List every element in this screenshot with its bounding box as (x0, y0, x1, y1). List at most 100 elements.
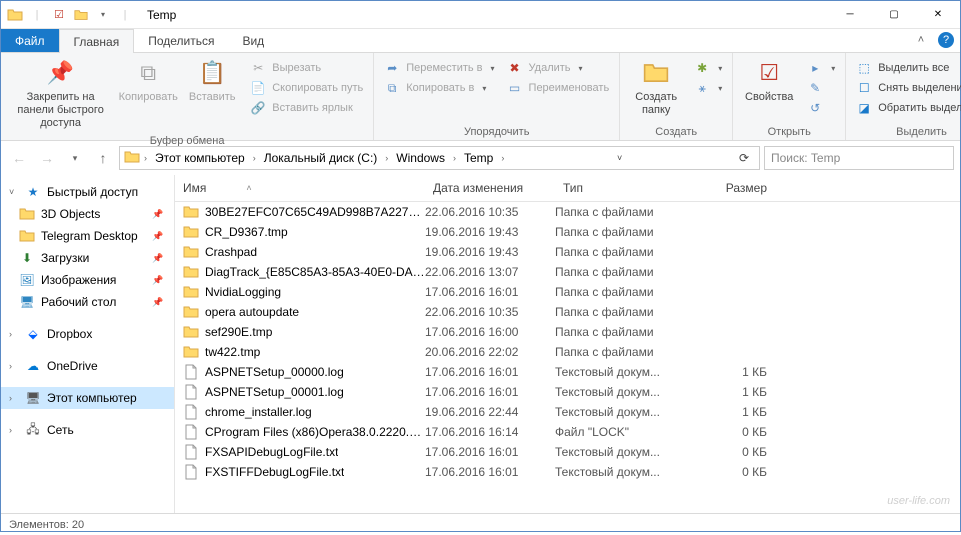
chevron-icon[interactable]: › (251, 153, 258, 163)
copy-to-button[interactable]: ⧉Копировать в▾ (380, 79, 498, 97)
table-row[interactable]: CR_D9367.tmp19.06.2016 19:43Папка с файл… (175, 222, 960, 242)
table-row[interactable]: FXSTIFFDebugLogFile.txt17.06.2016 16:01Т… (175, 462, 960, 482)
file-name: opera autoupdate (205, 305, 299, 319)
table-row[interactable]: 30BE27EFC07C65C49AD998B7A227412F-S...22.… (175, 202, 960, 222)
copy-path-button[interactable]: 📄Скопировать путь (246, 79, 367, 97)
invert-selection-button[interactable]: ◪Обратить выделение (852, 99, 961, 117)
addr-dropdown-icon[interactable]: ˅ (611, 153, 628, 163)
history-button[interactable]: ↺ (803, 99, 839, 117)
table-row[interactable]: chrome_installer.log19.06.2016 22:44Текс… (175, 402, 960, 422)
move-to-button[interactable]: ➦Переместить в▾ (380, 59, 498, 77)
select-none-button[interactable]: ☐Снять выделение (852, 79, 961, 97)
sidebar-item[interactable]: 🖥Рабочий стол📌 (1, 291, 174, 313)
breadcrumb-disk[interactable]: Локальный диск (C:) (260, 151, 382, 165)
easy-access-button[interactable]: ⚹▾ (690, 79, 726, 97)
chevron-icon[interactable]: › (451, 153, 458, 163)
chevron-right-icon[interactable]: › (9, 393, 19, 403)
pin-to-quick-access-button[interactable]: 📌 Закрепить на панели быстрого доступа (7, 55, 114, 133)
newitem-icon: ✱ (694, 60, 710, 76)
folder-icon (183, 264, 199, 280)
sidebar-item[interactable]: 3D Objects📌 (1, 203, 174, 225)
sidebar-dropbox[interactable]: ›⬙Dropbox (1, 323, 174, 345)
column-name[interactable]: Имя˄ (175, 175, 425, 201)
chevron-down-icon[interactable]: ˅ (9, 187, 19, 197)
sidebar-this-pc[interactable]: ›🖥Этот компьютер (1, 387, 174, 409)
sidebar-item[interactable]: ⬇Загрузки📌 (1, 247, 174, 269)
dropbox-icon: ⬙ (25, 326, 41, 342)
new-folder-button[interactable]: Создать папку (626, 55, 686, 119)
tab-file[interactable]: Файл (1, 29, 59, 52)
file-size: 0 КБ (695, 425, 775, 439)
maximize-button[interactable]: ▢ (872, 1, 916, 29)
breadcrumb-windows[interactable]: Windows (392, 151, 449, 165)
back-button[interactable]: ← (7, 146, 31, 170)
folder-small-icon[interactable] (71, 5, 91, 25)
pin-icon: 📌 (150, 250, 166, 266)
status-count: Элементов: 20 (9, 519, 84, 531)
edit-button[interactable]: ✎ (803, 79, 839, 97)
delete-button[interactable]: ✖Удалить▾ (503, 59, 614, 77)
selectnone-icon: ☐ (856, 80, 872, 96)
table-row[interactable]: tw422.tmp20.06.2016 22:02Папка с файлами (175, 342, 960, 362)
ribbon-collapse-icon[interactable]: ˄ (912, 31, 930, 49)
column-size[interactable]: Размер (695, 175, 775, 201)
forward-button[interactable]: → (35, 146, 59, 170)
file-type: Папка с файлами (555, 205, 695, 219)
table-row[interactable]: ASPNETSetup_00001.log17.06.2016 16:01Тек… (175, 382, 960, 402)
main-area: ˅★Быстрый доступ 3D Objects📌 Telegram De… (1, 175, 960, 513)
chevron-right-icon[interactable]: › (9, 425, 19, 435)
column-date[interactable]: Дата изменения (425, 175, 555, 201)
breadcrumb-temp[interactable]: Temp (460, 151, 497, 165)
chevron-right-icon[interactable]: › (9, 361, 19, 371)
chevron-icon[interactable]: › (499, 153, 506, 163)
sidebar-quick-access[interactable]: ˅★Быстрый доступ (1, 181, 174, 203)
table-row[interactable]: CProgram Files (x86)Opera38.0.2220.31op.… (175, 422, 960, 442)
table-row[interactable]: ASPNETSetup_00000.log17.06.2016 16:01Тек… (175, 362, 960, 382)
sidebar-item[interactable]: Telegram Desktop📌 (1, 225, 174, 247)
help-icon[interactable]: ? (938, 32, 954, 48)
ribbon-group-select: ⬚Выделить все ☐Снять выделение ◪Обратить… (846, 53, 961, 140)
tab-view[interactable]: Вид (228, 29, 278, 52)
refresh-icon[interactable]: ⟳ (733, 151, 755, 165)
table-row[interactable]: Crashpad19.06.2016 19:43Папка с файлами (175, 242, 960, 262)
new-item-button[interactable]: ✱▾ (690, 59, 726, 77)
close-button[interactable]: ✕ (916, 1, 960, 29)
chevron-right-icon[interactable]: › (9, 329, 19, 339)
paste-shortcut-button[interactable]: 🔗Вставить ярлык (246, 99, 367, 117)
chevron-icon[interactable]: › (142, 153, 149, 163)
tab-home[interactable]: Главная (59, 29, 135, 53)
properties-button[interactable]: ☑ Свойства (739, 55, 799, 106)
table-row[interactable]: NvidiaLogging17.06.2016 16:01Папка с фай… (175, 282, 960, 302)
table-row[interactable]: sef290E.tmp17.06.2016 16:00Папка с файла… (175, 322, 960, 342)
search-input[interactable]: Поиск: Temp (764, 146, 954, 170)
breadcrumb-pc[interactable]: Этот компьютер (151, 151, 249, 165)
open-button[interactable]: ▸▾ (803, 59, 839, 77)
pin-icon: 📌 (150, 294, 166, 310)
paste-button[interactable]: 📋 Вставить (182, 55, 242, 106)
downloads-icon: ⬇ (19, 250, 35, 266)
minimize-button[interactable]: ─ (828, 1, 872, 29)
folder-icon (5, 5, 25, 25)
tab-share[interactable]: Поделиться (134, 29, 228, 52)
copy-button[interactable]: ⧉ Копировать (118, 55, 178, 106)
table-row[interactable]: opera autoupdate22.06.2016 10:35Папка с … (175, 302, 960, 322)
chevron-icon[interactable]: › (383, 153, 390, 163)
file-name: FXSAPIDebugLogFile.txt (205, 445, 338, 459)
sidebar-item[interactable]: 🖼Изображения📌 (1, 269, 174, 291)
recent-dropdown-icon[interactable]: ▾ (63, 146, 87, 170)
sidebar-onedrive[interactable]: ›☁OneDrive (1, 355, 174, 377)
select-all-button[interactable]: ⬚Выделить все (852, 59, 961, 77)
sidebar-network[interactable]: ›🖧Сеть (1, 419, 174, 441)
folder-icon (183, 244, 199, 260)
table-row[interactable]: FXSAPIDebugLogFile.txt17.06.2016 16:01Те… (175, 442, 960, 462)
address-bar[interactable]: › Этот компьютер › Локальный диск (C:) ›… (119, 146, 760, 170)
qat-dropdown-icon[interactable]: ▾ (93, 5, 113, 25)
up-button[interactable]: ↑ (91, 146, 115, 170)
cut-button[interactable]: ✂Вырезать (246, 59, 367, 77)
column-type[interactable]: Тип (555, 175, 695, 201)
history-icon: ↺ (807, 100, 823, 116)
rename-button[interactable]: ▭Переименовать (503, 79, 614, 97)
star-icon: ★ (25, 184, 41, 200)
table-row[interactable]: DiagTrack_{E85C85A3-85A3-40E0-DA14-...22… (175, 262, 960, 282)
checkbox-icon[interactable]: ☑ (49, 5, 69, 25)
